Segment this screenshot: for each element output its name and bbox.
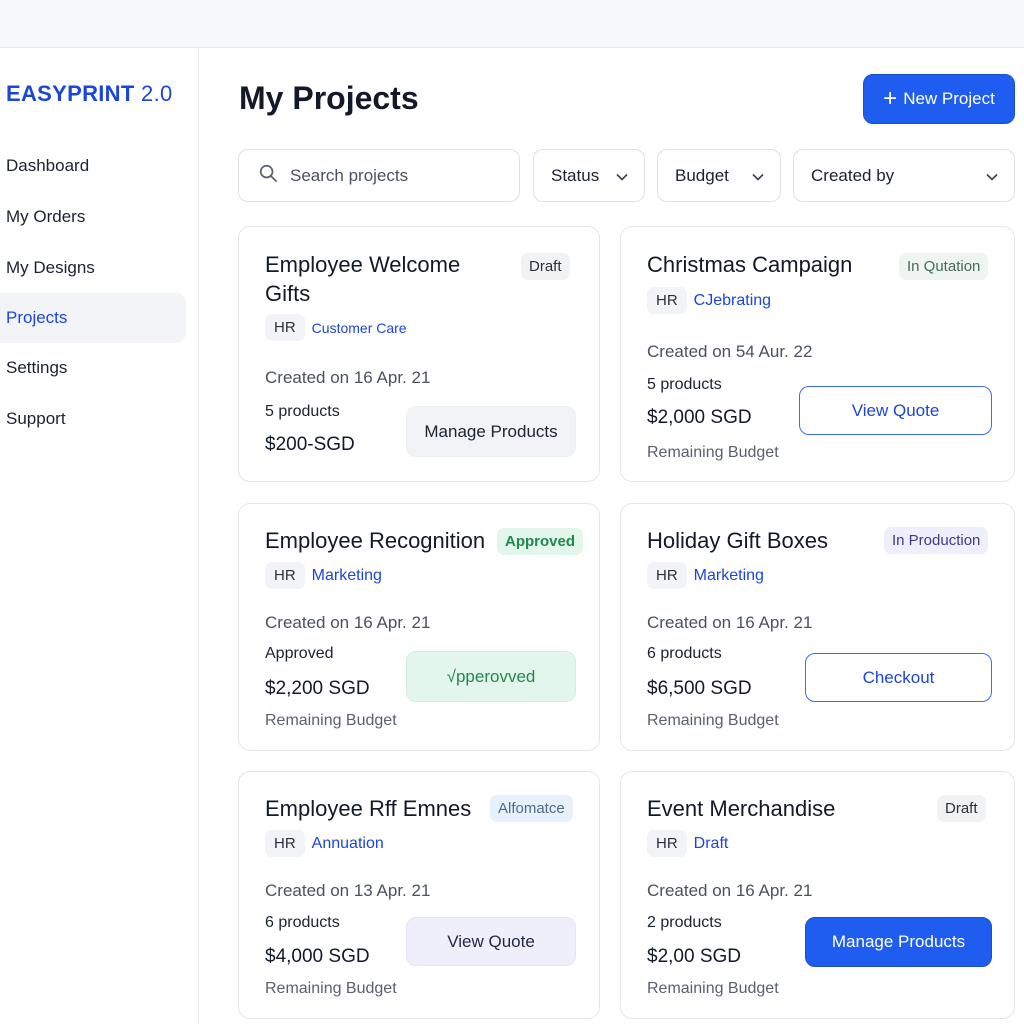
manage-products-button[interactable]: Manage Products: [406, 406, 576, 457]
created-date: Created on 16 Apr. 21: [647, 881, 813, 900]
project-title: Holiday Gift Boxes: [647, 528, 828, 553]
created-date: Created on 13 Apr. 21: [265, 881, 431, 900]
tag-department: Marketing: [311, 566, 382, 584]
project-card-employee-rff-emnes[interactable]: Employee Rff Emnes Alfomatce HR Annuatio…: [238, 771, 600, 1019]
chevron-down-icon: [616, 166, 628, 186]
budget-amount: $200-SGD: [265, 434, 355, 455]
sidebar-item-label: My Designs: [6, 258, 95, 277]
sidebar-item-projects[interactable]: Projects: [0, 293, 186, 343]
budget-amount: $2,00 SGD: [647, 946, 741, 967]
remaining-budget-label: Remaining Budget: [265, 712, 397, 729]
remaining-budget-label: Remaining Budget: [647, 980, 779, 997]
tag-row: HR Annuation: [265, 830, 384, 857]
tag-row: HR CJebrating: [647, 287, 771, 314]
sidebar-item-my-orders[interactable]: My Orders: [0, 192, 186, 242]
remaining-budget-label: Remaining Budget: [647, 712, 779, 729]
brand-name: EASYPRINT: [6, 81, 135, 106]
new-project-button[interactable]: + New Project: [863, 74, 1015, 124]
sidebar-item-label: Support: [6, 409, 66, 428]
tag-hr: HR: [265, 830, 305, 857]
tag-department: Annuation: [311, 834, 384, 852]
tag-hr: HR: [265, 314, 305, 341]
tag-row: HR Marketing: [647, 562, 764, 589]
product-count: 6 products: [647, 645, 722, 662]
tag-department: Draft: [693, 834, 729, 852]
status-badge: In Production: [884, 527, 989, 554]
sidebar-item-my-designs[interactable]: My Designs: [0, 243, 186, 293]
project-card-employee-recognition[interactable]: Employee Recognition Approved HR Marketi…: [238, 503, 600, 751]
tag-row: HR Customer Care: [265, 314, 407, 341]
project-card-event-merchandise[interactable]: Event Merchandise Draft HR Draft Created…: [620, 771, 1015, 1019]
plus-icon: +: [883, 85, 898, 112]
approved-button[interactable]: √pperovved: [406, 651, 576, 702]
budget-amount: $2,200 SGD: [265, 678, 370, 699]
tag-hr: HR: [647, 830, 687, 857]
page-title: My Projects: [239, 80, 419, 116]
budget-filter-label: Budget: [675, 165, 729, 185]
brand-logo[interactable]: EASYPRINT 2.0: [6, 81, 173, 107]
sidebar-item-dashboard[interactable]: Dashboard: [0, 141, 186, 191]
view-quote-button[interactable]: View Quote: [799, 386, 992, 435]
sidebar-item-support[interactable]: Support: [0, 394, 186, 444]
status-badge: Draft: [937, 795, 986, 822]
status-badge: Alfomatce: [490, 795, 573, 822]
search-box[interactable]: [238, 149, 520, 202]
manage-products-button[interactable]: Manage Products: [805, 917, 992, 967]
remaining-budget-label: Remaining Budget: [265, 980, 397, 997]
created-date: Created on 16 Apr. 21: [265, 368, 431, 387]
budget-amount: $6,500 SGD: [647, 678, 752, 699]
created-date: Created on 16 Apr. 21: [647, 613, 813, 632]
product-count: 6 products: [265, 914, 340, 931]
status-filter[interactable]: Status: [533, 149, 645, 202]
tag-department: CJebrating: [693, 291, 772, 309]
product-count: 5 products: [265, 403, 340, 420]
project-card-christmas-campaign[interactable]: Christmas Campaign In Qutation HR CJebra…: [620, 226, 1015, 482]
status-badge: In Qutation: [899, 253, 989, 280]
budget-amount: $2,000 SGD: [647, 407, 752, 428]
project-title: Christmas Campaign: [647, 252, 853, 277]
chevron-down-icon: [986, 166, 998, 186]
project-card-holiday-gift-boxes[interactable]: Holiday Gift Boxes In Production HR Mark…: [620, 503, 1015, 751]
status-filter-label: Status: [551, 165, 600, 185]
new-project-label: New Project: [903, 89, 995, 108]
created-by-filter-label: Created by: [811, 165, 895, 185]
checkout-button[interactable]: Checkout: [805, 653, 992, 702]
tag-row: HR Marketing: [265, 562, 382, 589]
sidebar: EASYPRINT 2.0 Dashboard My Orders My Des…: [0, 48, 199, 1024]
created-by-filter[interactable]: Created by: [793, 149, 1015, 202]
tag-department: Customer Care: [311, 319, 407, 336]
product-count: 2 products: [647, 914, 722, 931]
view-quote-button[interactable]: View Quote: [406, 917, 576, 966]
chevron-down-icon: [752, 166, 764, 186]
project-title: Employee Recognition: [265, 528, 486, 553]
budget-amount: $4,000 SGD: [265, 946, 370, 967]
project-title: Employee Welcome Gifts: [265, 252, 461, 306]
sidebar-item-label: Dashboard: [6, 156, 90, 175]
tag-hr: HR: [265, 562, 305, 589]
created-date: Created on 16 Apr. 21: [265, 613, 431, 632]
sidebar-item-settings[interactable]: Settings: [0, 343, 186, 393]
search-input[interactable]: [290, 165, 510, 186]
top-bar: [0, 0, 1024, 48]
created-date: Created on 54 Aur. 22: [647, 342, 813, 361]
tag-department: Marketing: [693, 566, 764, 584]
sidebar-item-label: My Orders: [6, 207, 86, 226]
remaining-budget-label: Remaining Budget: [647, 444, 779, 461]
tag-hr: HR: [647, 562, 687, 589]
tag-hr: HR: [647, 287, 687, 314]
tag-row: HR Draft: [647, 830, 728, 857]
status-badge: Approved: [497, 528, 584, 555]
status-badge: Draft: [521, 253, 570, 280]
search-icon: [259, 164, 278, 188]
product-count: 5 products: [647, 376, 722, 393]
brand-version: 2.0: [141, 81, 173, 106]
budget-filter[interactable]: Budget: [657, 149, 781, 202]
project-card-employee-welcome-gifts[interactable]: Employee Welcome Gifts Draft HR Customer…: [238, 226, 600, 482]
sidebar-item-label: Projects: [6, 308, 68, 327]
project-title: Employee Rff Emnes: [265, 796, 472, 821]
project-title: Event Merchandise: [647, 796, 836, 821]
sidebar-item-label: Settings: [6, 358, 68, 377]
product-count: Approved: [265, 645, 334, 662]
